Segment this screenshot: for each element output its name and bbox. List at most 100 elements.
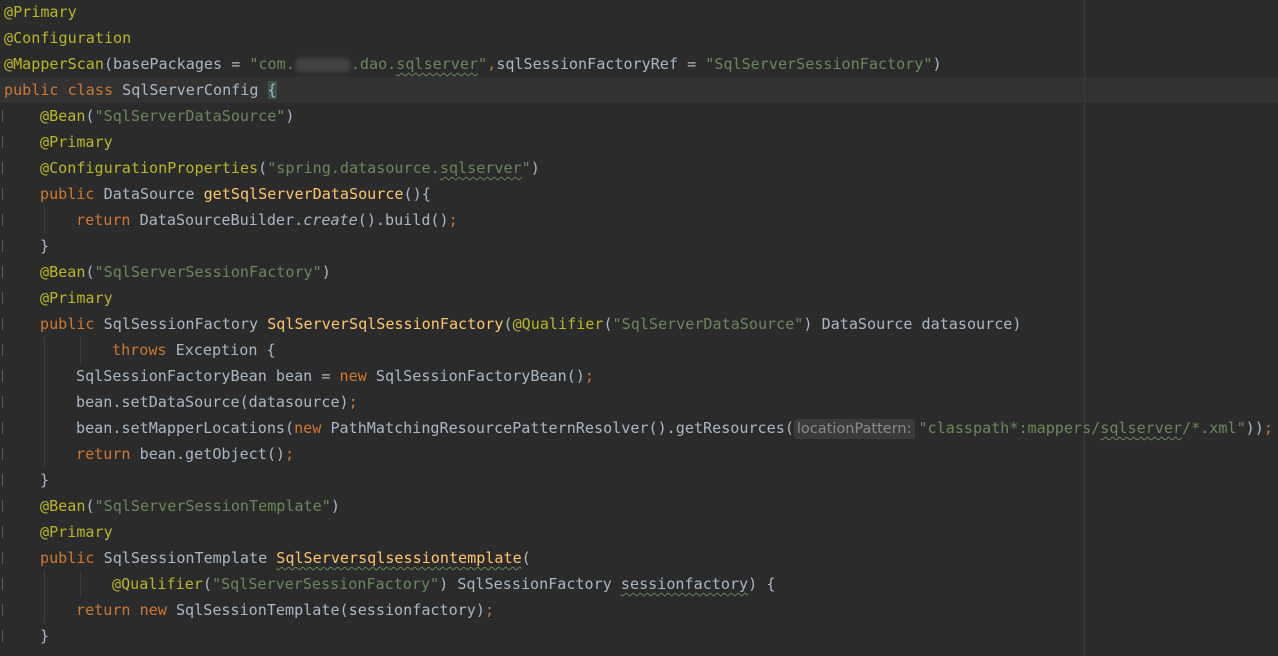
code-line[interactable]: bean.setMapperLocations(new PathMatching… <box>76 415 1273 441</box>
fold-gutter-mark[interactable] <box>2 448 8 460</box>
fold-gutter-mark[interactable] <box>2 136 8 148</box>
code-token: ) <box>530 159 540 177</box>
code-editor[interactable]: @Primary @Configuration @MapperScan(basePa… <box>0 0 1278 656</box>
indent-guide <box>44 441 45 467</box>
code-line[interactable]: throws Exception { <box>112 337 276 363</box>
fold-gutter-mark[interactable] <box>2 162 8 174</box>
code-line[interactable]: @ConfigurationProperties("spring.datasou… <box>40 155 540 181</box>
fold-gutter-mark[interactable] <box>2 370 8 382</box>
code-token: SqlSessionTemplate(sessionfactory) <box>175 601 485 619</box>
code-token-spellcheck: sessionfactory <box>620 575 749 593</box>
code-line[interactable]: @Qualifier("SqlServerSessionFactory") Sq… <box>112 571 775 597</box>
indent-guide <box>44 597 45 623</box>
fold-gutter-mark[interactable] <box>2 318 8 330</box>
code-line[interactable]: public class SqlServerConfig { <box>4 77 277 103</box>
code-token: bean.getObject() <box>139 445 286 463</box>
fold-gutter-mark[interactable] <box>2 344 8 356</box>
code-token: SqlSessionFactory <box>103 315 268 333</box>
fold-gutter-mark[interactable] <box>2 396 8 408</box>
code-line[interactable]: @Bean("SqlServerSessionTemplate") <box>40 493 340 519</box>
parameter-name-hint: locationPattern: <box>793 419 915 439</box>
string-token: "spring.datasource. <box>267 159 440 177</box>
code-line[interactable]: @Primary <box>40 129 113 155</box>
code-token: PathMatchingResourcePatternResolver().ge… <box>330 419 794 437</box>
code-token: ( <box>521 549 531 567</box>
fold-gutter-mark[interactable] <box>2 630 8 642</box>
indent-guide <box>80 337 81 363</box>
code-line[interactable]: @Bean("SqlServerSessionFactory") <box>40 259 331 285</box>
keyword-token: return new <box>76 601 176 619</box>
code-token: } <box>40 627 50 645</box>
fold-gutter-mark[interactable] <box>2 214 8 226</box>
code-token: ( <box>603 315 613 333</box>
method-name-token: SqlServerSqlSessionFactory <box>267 315 504 333</box>
code-token: } <box>40 237 50 255</box>
fold-gutter-mark[interactable] <box>2 266 8 278</box>
fold-gutter-mark[interactable] <box>2 422 8 434</box>
string-token: " <box>521 159 531 177</box>
indent-guide <box>44 363 45 389</box>
annotation-token: @Configuration <box>4 29 132 47</box>
fold-gutter-mark[interactable] <box>2 292 8 304</box>
indent-guide <box>44 389 45 415</box>
fold-gutter-mark[interactable] <box>2 604 8 616</box>
code-token: ( <box>503 315 513 333</box>
method-name-token-spellcheck: SqlServersqlsessiontemplate <box>276 549 522 567</box>
code-line[interactable]: @Configuration <box>4 25 131 51</box>
method-name-token: getSqlServerDataSource <box>203 185 404 203</box>
indent-guide <box>44 337 45 363</box>
code-line[interactable]: bean.setDataSource(datasource); <box>76 389 358 415</box>
string-token: "SqlServerSessionFactory" <box>94 263 322 281</box>
keyword-token: new <box>294 419 331 437</box>
code-line[interactable]: return bean.getObject(); <box>76 441 294 467</box>
fold-gutter-mark[interactable] <box>2 240 8 252</box>
annotation-token: @MapperScan <box>4 55 104 73</box>
annotation-token: @Primary <box>40 133 113 151</box>
punctuation-token: ; <box>1263 419 1273 437</box>
code-line[interactable]: @Primary <box>40 285 113 311</box>
string-token: "SqlServerDataSource" <box>612 315 804 333</box>
fold-gutter-mark[interactable] <box>2 552 8 564</box>
fold-gutter-mark[interactable] <box>2 500 8 512</box>
annotation-token: @Primary <box>40 523 113 541</box>
code-token: SqlSessionTemplate <box>103 549 277 567</box>
code-line[interactable]: @Primary <box>40 519 113 545</box>
code-line[interactable]: @MapperScan(basePackages = "com. .dao.sql… <box>4 51 942 77</box>
code-line[interactable]: public SqlSessionFactory SqlServerSqlSes… <box>40 311 1021 337</box>
code-token: bean.setMapperLocations( <box>76 419 295 437</box>
annotation-token: @Bean <box>40 497 86 515</box>
code-line[interactable]: return DataSourceBuilder.create().build(… <box>76 207 458 233</box>
fold-gutter-mark[interactable] <box>2 110 8 122</box>
keyword-token: return <box>76 211 140 229</box>
string-token-spellcheck: sqlserver <box>439 159 522 177</box>
code-line[interactable]: @Primary <box>4 0 77 25</box>
code-line[interactable]: } <box>40 233 49 259</box>
code-token: ( <box>202 575 212 593</box>
fold-gutter-mark[interactable] <box>2 578 8 590</box>
code-line[interactable]: } <box>40 467 49 493</box>
indent-guide <box>44 207 45 233</box>
code-line[interactable]: SqlSessionFactoryBean bean = new SqlSess… <box>76 363 594 389</box>
code-line[interactable]: @Bean("SqlServerDataSource") <box>40 103 294 129</box>
punctuation-token: , <box>487 55 497 73</box>
code-token: ( <box>85 497 95 515</box>
punctuation-token: ; <box>448 211 458 229</box>
fold-gutter-mark[interactable] <box>2 474 8 486</box>
code-token: ( <box>85 107 95 125</box>
redacted-package-segment <box>294 57 351 72</box>
keyword-token: new <box>339 367 376 385</box>
code-token: sqlSessionFactoryRef = <box>496 55 706 73</box>
keyword-token: return <box>76 445 140 463</box>
punctuation-token: ; <box>584 367 594 385</box>
code-line[interactable]: return new SqlSessionTemplate(sessionfac… <box>76 597 494 623</box>
static-method-token: create <box>303 211 358 229</box>
code-line[interactable]: public SqlSessionTemplate SqlServersqlse… <box>40 545 531 571</box>
string-token: "SqlServerSessionFactory" <box>211 575 440 593</box>
fold-gutter-mark[interactable] <box>2 188 8 200</box>
code-line[interactable]: public DataSource getSqlServerDataSource… <box>40 181 431 207</box>
code-token: (basePackages = <box>103 55 250 73</box>
keyword-token: throws <box>112 341 176 359</box>
code-line[interactable]: } <box>40 623 49 649</box>
code-token: SqlSessionFactoryBean bean = <box>76 367 340 385</box>
fold-gutter-mark[interactable] <box>2 526 8 538</box>
